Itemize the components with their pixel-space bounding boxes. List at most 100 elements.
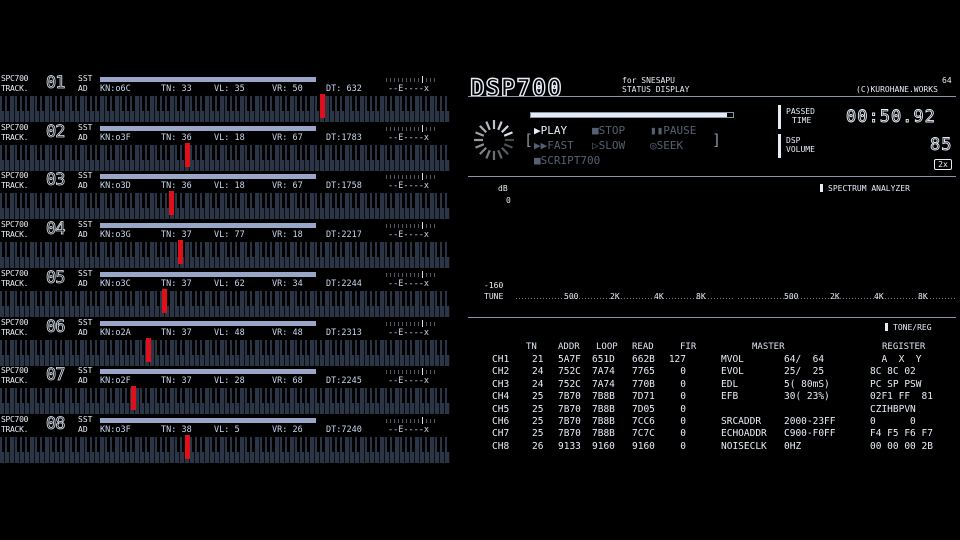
volume-marker xyxy=(778,134,781,158)
track-envelope: --E----x xyxy=(388,132,429,143)
passed-label: PASSED xyxy=(786,107,815,116)
track-key: KN:o3D xyxy=(100,181,131,192)
reg-cell-read: 7C7C xyxy=(632,428,655,440)
track-piano-roll[interactable] xyxy=(0,142,450,171)
script700-button[interactable]: ■SCRIPT700 xyxy=(534,155,600,167)
spectrum-title: SPECTRUM ANALYZER xyxy=(828,184,910,193)
reg-header: READ xyxy=(632,342,654,352)
reg-cell-m1: ECHOADDR xyxy=(721,428,767,440)
volume-multiplier[interactable]: 2x xyxy=(934,159,952,170)
reg-cell-tn: 24 xyxy=(532,378,544,390)
playback-progress[interactable] xyxy=(530,112,734,118)
reg-cell-addr: 7B70 xyxy=(558,403,581,415)
track-level-meter xyxy=(386,319,438,327)
track-ad-label: AD xyxy=(78,278,88,288)
track-piano-roll[interactable] xyxy=(0,94,450,122)
spectrum-tick-label: 4K xyxy=(874,292,884,301)
reg-cell-r: 00 00 00 2B xyxy=(870,440,933,452)
track-label: TRACK. xyxy=(1,327,29,337)
spectrum-tick-label: 8K xyxy=(696,292,706,301)
track-vol-left: VL: 35 xyxy=(214,84,245,94)
track-chip-label: SPC700 xyxy=(1,317,29,327)
track-delta: DT: 632 xyxy=(326,84,362,94)
reg-cell-read: 7765 xyxy=(632,366,655,378)
volume-value: 85 xyxy=(930,135,953,155)
track-vol-right: VR: 18 xyxy=(272,230,303,241)
track-2[interactable]: SPC700 SST 02 TRACK. AD KN:o3F TN: 36 VL… xyxy=(0,123,450,171)
track-vol-right: VR: 67 xyxy=(272,132,303,143)
track-7[interactable]: SPC700 SST 07 TRACK. AD KN:o2F TN: 37 VL… xyxy=(0,366,450,415)
track-key-hit xyxy=(131,386,136,411)
track-chip-label: SPC700 xyxy=(1,366,29,376)
reg-cell-read: 9160 xyxy=(632,440,655,452)
track-piano-roll[interactable] xyxy=(0,240,450,269)
timer-marker xyxy=(778,105,781,129)
reg-cell-tn: 25 xyxy=(532,416,544,427)
track-piano-roll[interactable] xyxy=(0,434,450,463)
slow-button[interactable]: ▷SLOW xyxy=(592,140,625,152)
reg-cell-r: 8C 8C 02 xyxy=(870,366,916,378)
pause-button[interactable]: ▮▮PAUSE xyxy=(650,125,696,137)
reg-cell-tn: 26 xyxy=(532,440,544,452)
spectrum-tick-label: 4K xyxy=(654,292,664,301)
track-volume-bar xyxy=(100,174,316,180)
fast-button[interactable]: ▶▶FAST xyxy=(534,140,574,152)
track-key: KN:o2A xyxy=(100,327,131,338)
track-ad-label: AD xyxy=(78,84,88,93)
reg-cell-loop: 7B8B xyxy=(592,391,615,403)
track-5[interactable]: SPC700 SST 05 TRACK. AD KN:o3C TN: 37 VL… xyxy=(0,269,450,317)
reg-cell-fir: 0 xyxy=(680,416,686,427)
track-delta: DT:2313 xyxy=(326,327,362,338)
seek-button[interactable]: ◎SEEK xyxy=(650,140,683,152)
spectrum-tick-label: 2K xyxy=(830,292,840,301)
track-4[interactable]: SPC700 SST 04 TRACK. AD KN:o3G TN: 37 VL… xyxy=(0,220,450,269)
track-envelope: --E----x xyxy=(388,278,429,289)
track-sst-label: SST xyxy=(78,122,93,132)
reg-cell-fir: 0 xyxy=(680,403,686,415)
track-piano-roll[interactable] xyxy=(0,288,450,317)
reg-cell-m2: 2000-23FF xyxy=(784,416,836,427)
track-piano-roll[interactable] xyxy=(0,386,450,415)
reg-cell-r: 0 0 xyxy=(870,416,916,427)
track-sst-label: SST xyxy=(78,220,93,230)
track-tone: TN: 38 xyxy=(161,424,192,435)
track-8[interactable]: SPC700 SST 08 TRACK. AD KN:o3F TN: 38 VL… xyxy=(0,415,450,463)
track-delta: DT:2217 xyxy=(326,230,362,241)
track-volume-bar xyxy=(100,320,316,326)
track-level-meter xyxy=(386,76,438,83)
track-label: TRACK. xyxy=(1,376,29,386)
track-sst-label: SST xyxy=(78,317,93,327)
reg-cell-r: CZIHBPVN xyxy=(870,403,916,415)
reg-cell-loop: 7B8B xyxy=(592,428,615,440)
track-envelope: --E----x xyxy=(388,327,429,338)
track-key: KN:o3F xyxy=(100,132,131,143)
reg-cell-ch: CH6 xyxy=(492,416,510,427)
passed-time-value: 00:50.92 xyxy=(846,107,936,127)
stop-button[interactable]: ■STOP xyxy=(592,125,625,137)
track-envelope: --E----x xyxy=(388,424,429,435)
reg-cell-fir: 0 xyxy=(680,378,686,390)
track-ad-label: AD xyxy=(78,424,88,434)
track-vol-left: VL: 62 xyxy=(214,278,245,289)
track-label: TRACK. xyxy=(1,424,29,434)
track-piano-roll[interactable] xyxy=(0,337,450,366)
track-ad-label: AD xyxy=(78,181,88,191)
reg-cell-m2: C900-F0FF xyxy=(784,428,836,440)
track-sst-label: SST xyxy=(78,414,93,424)
tone-reg-title: TONE/REG xyxy=(893,323,932,332)
track-piano-roll[interactable] xyxy=(0,191,450,220)
track-ad-label: AD xyxy=(78,132,88,142)
track-3[interactable]: SPC700 SST 03 TRACK. AD KN:o3D TN: 36 VL… xyxy=(0,171,450,220)
reg-cell-m1: EVOL xyxy=(721,366,744,378)
track-sst-label: SST xyxy=(78,268,93,278)
track-key: KN:o3G xyxy=(100,230,131,241)
play-button[interactable]: ▶PLAY xyxy=(534,125,567,137)
track-level-meter xyxy=(386,368,438,376)
reg-cell-read: 770B xyxy=(632,378,655,390)
track-chip-label: SPC700 xyxy=(1,122,29,132)
track-1[interactable]: SPC700 SST 01 TRACK. AD KN:o6C TN: 33 VL… xyxy=(0,74,450,122)
reg-cell-ch: CH2 xyxy=(492,366,510,378)
track-key: KN:o6C xyxy=(100,84,131,94)
track-chip-label: SPC700 xyxy=(1,414,29,424)
track-6[interactable]: SPC700 SST 06 TRACK. AD KN:o2A TN: 37 VL… xyxy=(0,318,450,366)
